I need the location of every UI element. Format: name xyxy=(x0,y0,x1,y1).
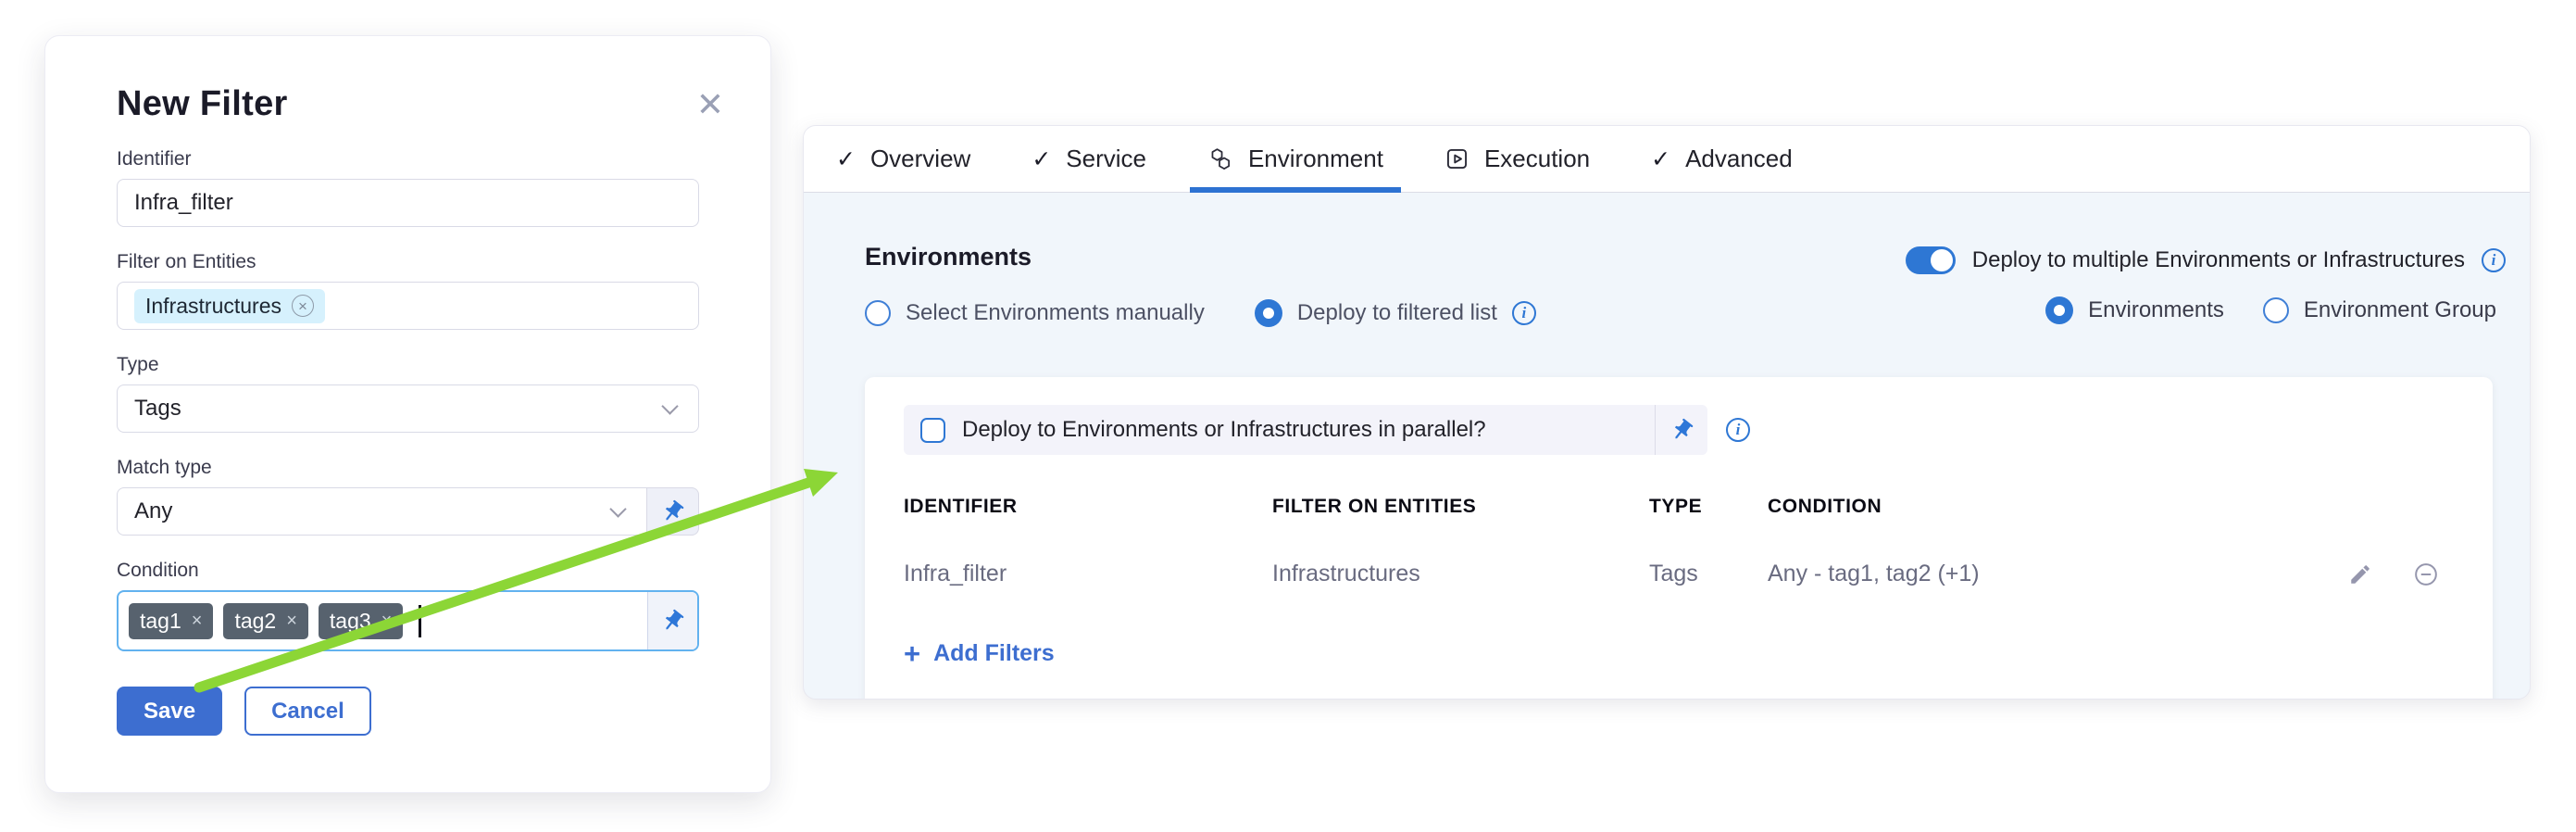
condition-tag[interactable]: tag2 × xyxy=(223,603,307,639)
match-type-select[interactable]: Any xyxy=(117,487,647,536)
toggle-knob xyxy=(1931,249,1953,271)
check-icon: ✓ xyxy=(1032,145,1051,173)
filters-table-header: IDENTIFIER FILTER ON ENTITIES TYPE CONDI… xyxy=(904,496,2465,518)
add-filters-label: Add Filters xyxy=(933,640,1055,667)
parallel-label: Deploy to Environments or Infrastructure… xyxy=(962,417,1486,443)
chevron-down-icon xyxy=(609,500,626,517)
tab-label: Service xyxy=(1066,145,1146,173)
stage-tabs: ✓ Overview ✓ Service Environment Executi… xyxy=(804,126,2530,193)
check-icon: ✓ xyxy=(836,145,856,173)
tab-execution[interactable]: Execution xyxy=(1414,126,1620,192)
filter-on-entities-input[interactable]: Infrastructures × xyxy=(117,282,699,330)
column-header-condition: CONDITION xyxy=(1768,496,2345,518)
tab-label: Environment xyxy=(1248,145,1383,173)
cell-type: Tags xyxy=(1649,561,1768,587)
pin-icon xyxy=(656,494,691,529)
radio-label: Environment Group xyxy=(2304,297,2496,323)
pencil-icon xyxy=(2348,562,2372,586)
chip-remove-icon[interactable]: × xyxy=(292,295,314,317)
filters-card: Deploy to Environments or Infrastructure… xyxy=(865,377,2493,700)
condition-input[interactable]: tag1 × tag2 × tag3 × xyxy=(117,590,699,651)
tab-label: Advanced xyxy=(1685,145,1793,173)
type-label: Type xyxy=(117,354,699,376)
column-header-filter-on-entities: FILTER ON ENTITIES xyxy=(1272,496,1649,518)
cell-filter-on-entities: Infrastructures xyxy=(1272,561,1649,587)
pin-icon xyxy=(1664,412,1699,448)
pin-icon xyxy=(656,603,691,638)
radio-icon[interactable] xyxy=(865,300,891,326)
info-icon[interactable]: i xyxy=(1726,418,1750,442)
condition-tag-label: tag2 xyxy=(234,609,276,634)
cell-condition: Any - tag1, tag2 (+1) xyxy=(1768,561,2345,587)
tag-remove-icon[interactable]: × xyxy=(192,611,203,630)
tag-remove-icon[interactable]: × xyxy=(286,611,297,630)
radio-environment-group[interactable]: Environment Group xyxy=(2263,297,2496,323)
save-button[interactable]: Save xyxy=(117,687,222,736)
tab-advanced[interactable]: ✓ Advanced xyxy=(1620,126,1823,192)
type-value: Tags xyxy=(134,396,181,422)
entities-chip[interactable]: Infrastructures × xyxy=(134,289,325,323)
identifier-value: Infra_filter xyxy=(134,190,233,216)
identifier-input[interactable]: Infra_filter xyxy=(117,179,699,227)
text-caret xyxy=(419,605,421,637)
minus-circle-icon xyxy=(2413,561,2439,587)
deploy-parallel-row: Deploy to Environments or Infrastructure… xyxy=(904,405,1707,455)
cancel-button[interactable]: Cancel xyxy=(244,687,371,736)
radio-icon[interactable] xyxy=(2263,297,2289,323)
remove-filter-button[interactable] xyxy=(2413,561,2439,587)
environment-hexagons-icon xyxy=(1207,146,1233,172)
radio-environments[interactable]: Environments xyxy=(2045,296,2224,324)
cell-identifier: Infra_filter xyxy=(904,561,1272,587)
condition-tag-label: tag1 xyxy=(140,609,181,634)
tab-service[interactable]: ✓ Service xyxy=(1001,126,1177,192)
type-select[interactable]: Tags xyxy=(117,384,699,433)
radio-icon-selected[interactable] xyxy=(1255,299,1282,327)
radio-label: Select Environments manually xyxy=(906,300,1205,326)
column-header-identifier: IDENTIFIER xyxy=(904,496,1272,518)
filters-table-row: Infra_filter Infrastructures Tags Any - … xyxy=(904,561,2465,587)
radio-label: Environments xyxy=(2088,297,2224,323)
radio-deploy-to-filtered-list[interactable]: Deploy to filtered list i xyxy=(1255,299,1536,327)
edit-filter-button[interactable] xyxy=(2348,562,2372,586)
condition-tag[interactable]: tag3 × xyxy=(319,603,403,639)
entities-chip-label: Infrastructures xyxy=(145,294,281,319)
new-filter-modal: ✕ New Filter Identifier Infra_filter Fil… xyxy=(44,35,771,793)
chevron-down-icon xyxy=(661,397,678,414)
filter-on-entities-label: Filter on Entities xyxy=(117,251,699,273)
info-icon[interactable]: i xyxy=(1512,301,1536,325)
deploy-multiple-toggle[interactable] xyxy=(1906,246,1956,274)
environment-tab-content: Environments Select Environments manuall… xyxy=(804,193,2530,700)
toggle-label: Deploy to multiple Environments or Infra… xyxy=(1972,247,2465,273)
column-header-type: TYPE xyxy=(1649,496,1768,518)
plus-icon: + xyxy=(904,639,920,668)
pin-button[interactable] xyxy=(647,592,697,649)
identifier-label: Identifier xyxy=(117,148,699,170)
close-icon[interactable]: ✕ xyxy=(696,88,724,121)
execution-play-icon xyxy=(1444,146,1469,171)
tag-remove-icon[interactable]: × xyxy=(381,611,393,630)
pin-button[interactable] xyxy=(1656,418,1707,443)
pin-button[interactable] xyxy=(647,487,699,536)
condition-label: Condition xyxy=(117,560,699,582)
modal-title: New Filter xyxy=(117,84,699,124)
tab-overview[interactable]: ✓ Overview xyxy=(806,126,1001,192)
info-icon[interactable]: i xyxy=(2482,248,2506,272)
match-type-label: Match type xyxy=(117,457,699,479)
check-icon: ✓ xyxy=(1651,145,1670,173)
parallel-checkbox[interactable] xyxy=(920,418,945,443)
condition-tag-label: tag3 xyxy=(330,609,371,634)
radio-icon-selected[interactable] xyxy=(2045,296,2073,324)
tab-label: Execution xyxy=(1484,145,1590,173)
tab-environment[interactable]: Environment xyxy=(1177,126,1414,192)
match-type-value: Any xyxy=(134,498,172,524)
stage-config-panel: ✓ Overview ✓ Service Environment Executi… xyxy=(803,125,2531,700)
tab-label: Overview xyxy=(870,145,970,173)
add-filters-button[interactable]: + Add Filters xyxy=(904,639,1055,668)
radio-select-environments-manually[interactable]: Select Environments manually xyxy=(865,300,1205,326)
condition-tag[interactable]: tag1 × xyxy=(129,603,213,639)
environments-heading: Environments xyxy=(865,243,1536,271)
radio-label: Deploy to filtered list xyxy=(1297,300,1497,326)
